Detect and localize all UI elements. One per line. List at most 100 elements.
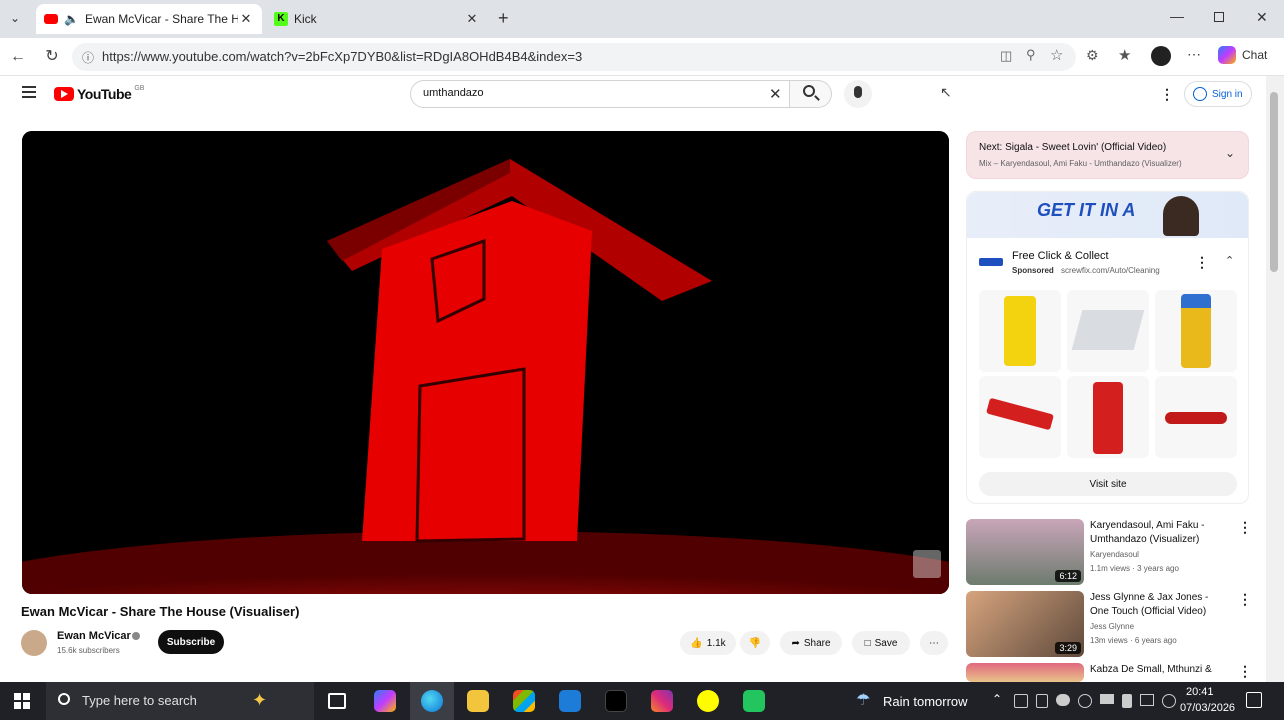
- product-oil-bottle[interactable]: [979, 290, 1061, 372]
- extensions-icon[interactable]: ⚙: [1086, 47, 1099, 64]
- close-tab-icon[interactable]: ✕: [238, 11, 254, 27]
- account-icon: [1193, 87, 1207, 101]
- copilot-chat-button[interactable]: Chat: [1218, 46, 1267, 64]
- close-window-icon[interactable]: ✕: [1256, 9, 1268, 26]
- rec-title[interactable]: Karyendasoul, Ami Faku - Umthandazo (Vis…: [1090, 519, 1230, 547]
- share-button[interactable]: ➦ Share: [780, 631, 842, 655]
- tiktok-icon[interactable]: [605, 690, 627, 712]
- subscribe-button[interactable]: Subscribe: [158, 630, 224, 654]
- ad-url: screwfix.com/Auto/Cleaning: [1061, 266, 1160, 275]
- subscriber-count: 15.6k subscribers: [57, 646, 120, 655]
- tab-youtube[interactable]: 🔈 Ewan McVicar - Share The Hou ✕: [36, 4, 262, 34]
- favorite-star-icon[interactable]: ☆: [1050, 46, 1063, 64]
- instagram-icon[interactable]: [651, 690, 673, 712]
- site-info-icon[interactable]: ⓘ: [82, 49, 94, 66]
- channel-watermark-icon[interactable]: [913, 550, 941, 578]
- copilot-icon: [1218, 46, 1236, 64]
- minimize-icon[interactable]: —: [1170, 8, 1184, 24]
- rec-thumbnail[interactable]: 6:12: [966, 519, 1084, 585]
- teams-chat-icon[interactable]: [743, 690, 765, 712]
- favorites-icon[interactable]: ★: [1118, 46, 1131, 64]
- product-dollies[interactable]: [979, 376, 1061, 458]
- page-scrollbar[interactable]: [1266, 76, 1284, 682]
- sign-in-label: Sign in: [1212, 88, 1243, 100]
- rec-title[interactable]: Kabza De Small, Mthunzi &: [1090, 663, 1230, 677]
- save-button[interactable]: □ Save: [852, 631, 910, 655]
- mail-icon[interactable]: [559, 690, 581, 712]
- back-icon[interactable]: ←: [8, 47, 28, 67]
- search-input[interactable]: umthandazo ✕: [410, 80, 790, 108]
- store-icon[interactable]: [513, 690, 535, 712]
- clear-search-icon[interactable]: ✕: [769, 85, 782, 103]
- menu-icon[interactable]: [22, 86, 36, 98]
- notification-icon[interactable]: [1246, 692, 1262, 708]
- close-tab-icon[interactable]: ✕: [464, 11, 480, 27]
- file-explorer-icon[interactable]: [467, 690, 489, 712]
- video-player[interactable]: [22, 131, 949, 594]
- mouse-cursor-icon: ↖: [940, 84, 952, 100]
- like-button[interactable]: 👍 1.1k: [680, 631, 736, 655]
- more-options-icon[interactable]: ⋯: [1187, 46, 1201, 63]
- more-actions-button[interactable]: ⋯: [920, 631, 948, 655]
- edge-icon[interactable]: [421, 690, 443, 712]
- taskbar-search-input[interactable]: Type here to search ✦: [46, 682, 314, 720]
- ad-banner[interactable]: GET IT IN A: [967, 192, 1248, 238]
- settings-kebab-icon[interactable]: ⋮: [1160, 86, 1174, 103]
- rec-title[interactable]: Jess Glynne & Jax Jones - One Touch (Off…: [1090, 591, 1230, 619]
- rec-thumbnail[interactable]: [966, 663, 1084, 682]
- product-grease[interactable]: [1067, 376, 1149, 458]
- youtube-logo[interactable]: YouTube GB: [54, 84, 145, 102]
- scrollbar-thumb[interactable]: [1270, 92, 1278, 272]
- app-available-icon[interactable]: ◫: [1000, 48, 1012, 64]
- up-next-card[interactable]: Next: Sigala - Sweet Lovin' (Official Vi…: [966, 131, 1249, 179]
- rec-channel[interactable]: Jess Glynne: [1090, 622, 1134, 631]
- new-tab-button[interactable]: +: [498, 8, 509, 29]
- channel-avatar[interactable]: [21, 630, 47, 656]
- visit-site-button[interactable]: Visit site: [979, 472, 1237, 496]
- voice-search-button[interactable]: [844, 80, 872, 108]
- share-icon: ➦: [791, 637, 800, 649]
- rec-menu-icon[interactable]: ⋮: [1238, 519, 1252, 536]
- profile-avatar[interactable]: [1151, 46, 1171, 66]
- advertiser-title[interactable]: Free Click & Collect: [1012, 250, 1109, 262]
- kick-favicon-icon: K: [274, 12, 288, 26]
- rec-thumbnail[interactable]: 3:29: [966, 591, 1084, 657]
- youtube-favicon-icon: [44, 14, 58, 24]
- clock-date[interactable]: 07/03/2026: [1180, 702, 1235, 714]
- share-label: Share: [803, 637, 831, 649]
- copilot-taskbar-icon[interactable]: [374, 690, 396, 712]
- youtube-header: YouTube GB umthandazo ✕ ↖ ⋮ Sign in: [0, 76, 1266, 114]
- snapchat-icon[interactable]: [697, 690, 719, 712]
- search-button[interactable]: [790, 80, 832, 108]
- tab-list-chevron-icon[interactable]: ⌄: [10, 11, 20, 25]
- tab-kick[interactable]: K Kick ✕: [266, 4, 488, 34]
- dislike-button[interactable]: 👎: [740, 631, 770, 655]
- start-button[interactable]: [14, 693, 30, 709]
- channel-name[interactable]: Ewan McVicar: [57, 630, 131, 642]
- show-hidden-icons[interactable]: ⌃: [992, 692, 1002, 706]
- maximize-icon[interactable]: [1214, 12, 1224, 22]
- address-field[interactable]: ⓘ https://www.youtube.com/watch?v=2bFcXp…: [72, 43, 1076, 71]
- subscribe-label: Subscribe: [166, 636, 216, 648]
- ad-menu-icon[interactable]: ⋮: [1195, 254, 1209, 271]
- product-cloth[interactable]: [1067, 290, 1149, 372]
- taskbar-search-placeholder: Type here to search: [82, 693, 197, 708]
- rec-menu-icon[interactable]: ⋮: [1238, 591, 1252, 608]
- speaker-icon[interactable]: 🔈: [64, 12, 79, 26]
- product-wipes-tub[interactable]: [1155, 290, 1237, 372]
- product-grease-gun[interactable]: [1155, 376, 1237, 458]
- duration-badge: 6:12: [1055, 570, 1081, 582]
- rec-menu-icon[interactable]: ⋮: [1238, 663, 1252, 680]
- zoom-icon[interactable]: ⚲: [1026, 47, 1036, 63]
- region-code: GB: [134, 84, 145, 92]
- weather-text[interactable]: Rain tomorrow: [883, 694, 968, 709]
- refresh-icon[interactable]: ↻: [42, 47, 62, 67]
- clock-time[interactable]: 20:41: [1186, 686, 1214, 698]
- collapse-ad-icon[interactable]: ⌃: [1225, 254, 1234, 267]
- chevron-down-icon[interactable]: ⌄: [1225, 146, 1235, 160]
- rec-channel[interactable]: Karyendasoul: [1090, 550, 1139, 559]
- sign-in-button[interactable]: Sign in: [1184, 81, 1252, 107]
- up-next-subtitle: Mix – Karyendasoul, Ami Faku - Umthandaz…: [979, 159, 1182, 168]
- system-tray-icons[interactable]: [1014, 694, 1186, 708]
- task-view-icon[interactable]: [328, 693, 346, 709]
